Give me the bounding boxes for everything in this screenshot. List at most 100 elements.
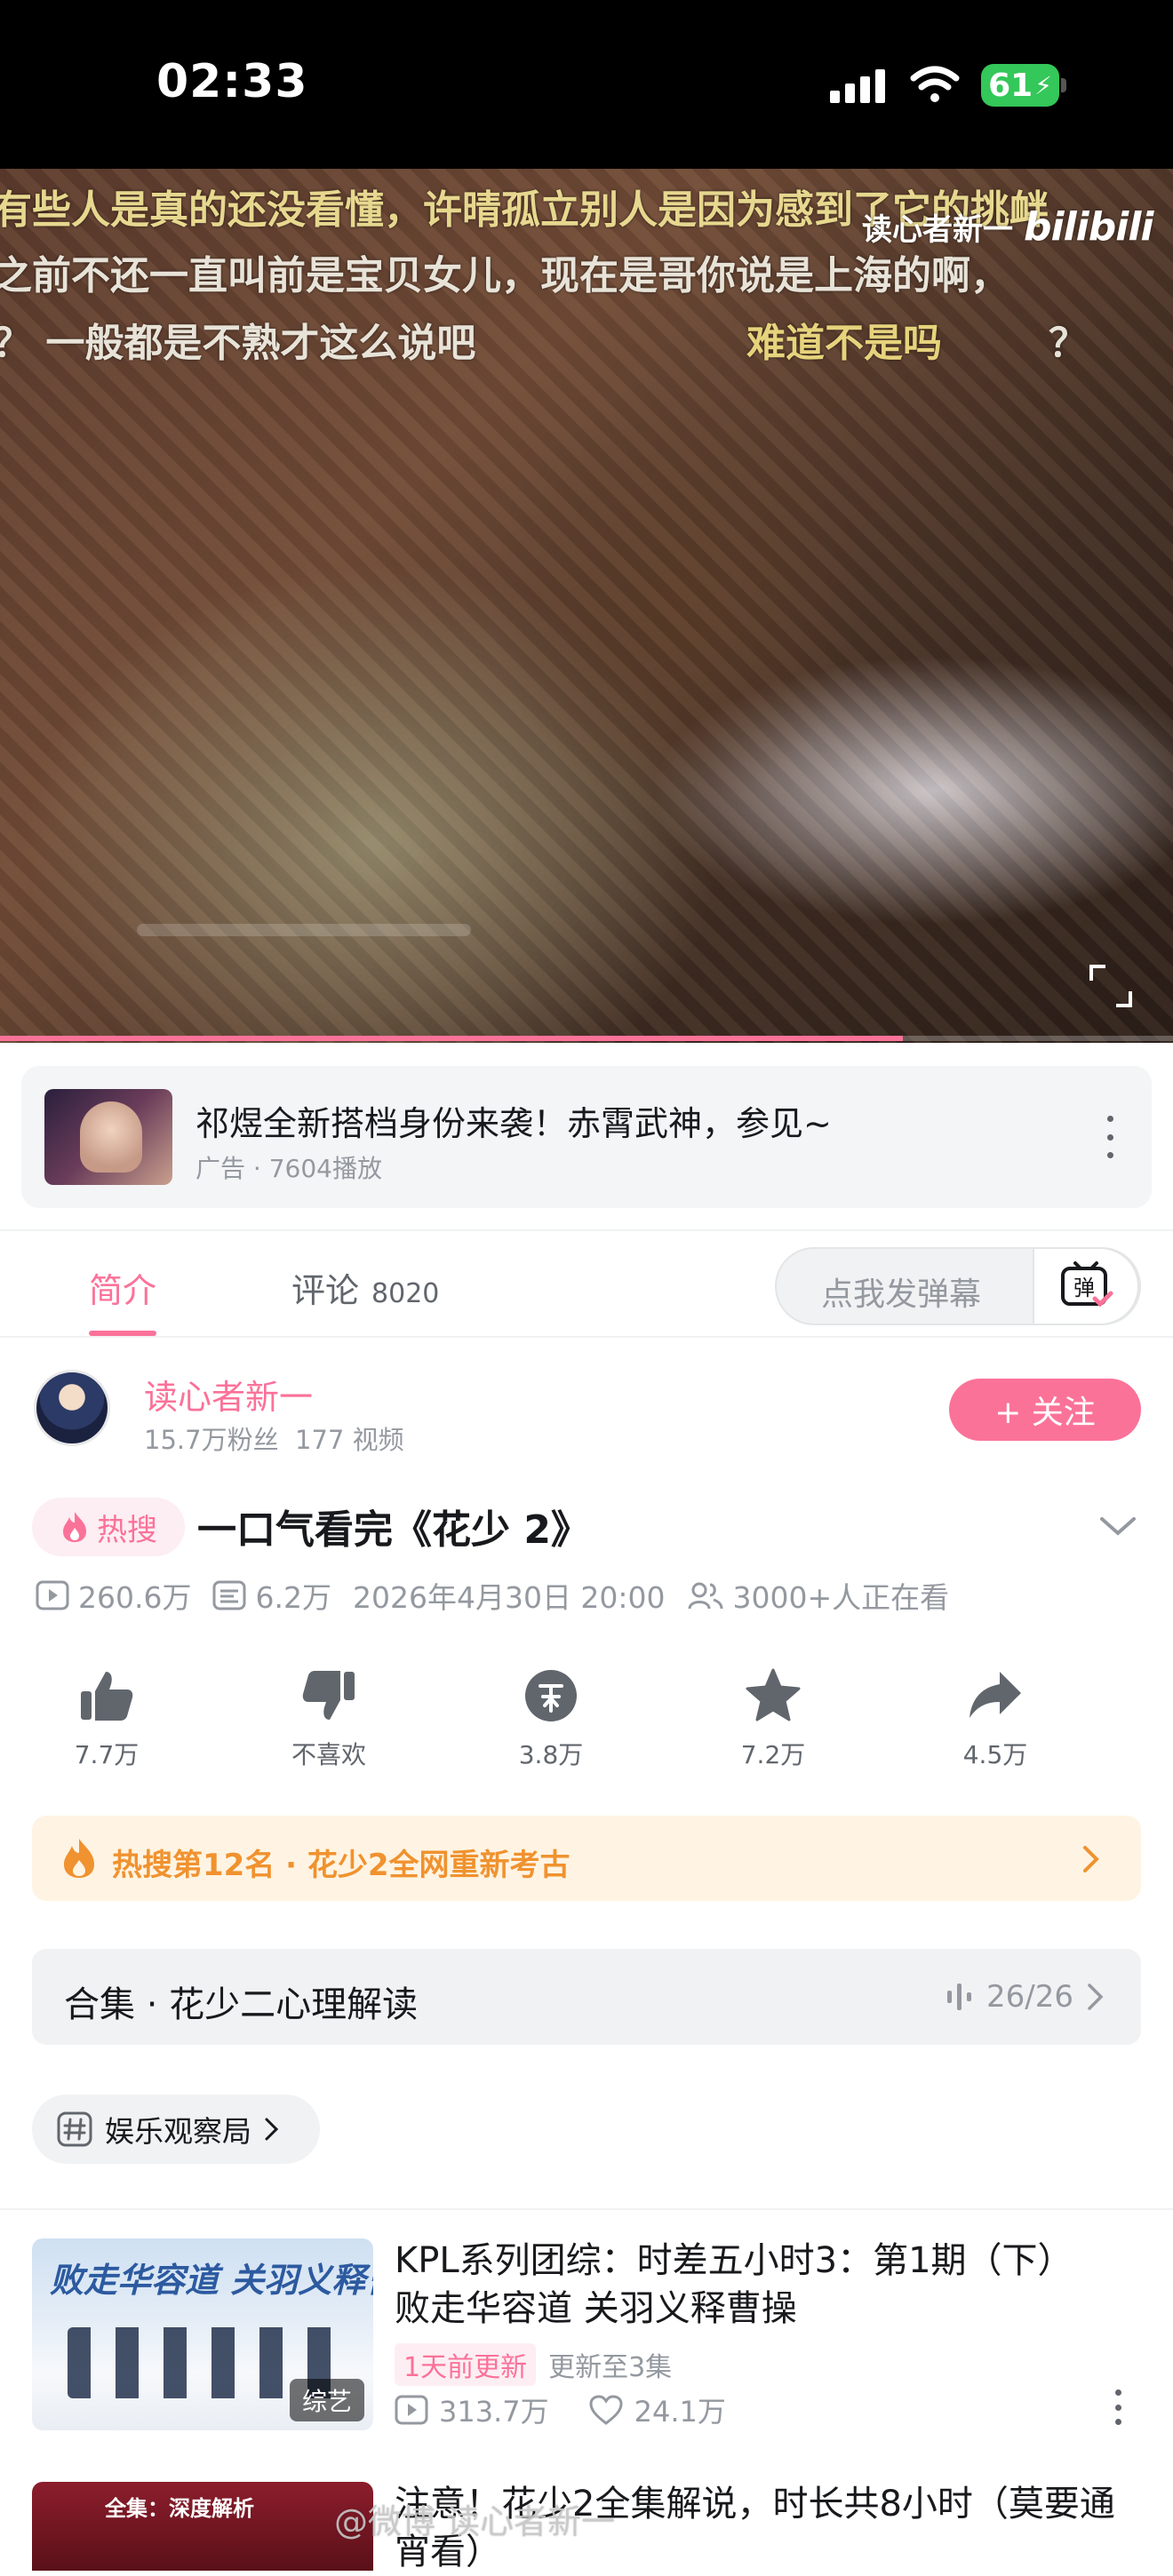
related-video-stats: 313.7万 24.1万 (395, 2389, 726, 2430)
bilibili-logo: bilibili (1024, 204, 1153, 250)
battery-tip (1061, 78, 1066, 92)
danmaku-comment: ？ (1049, 321, 1088, 366)
related-video-thumbnail[interactable]: 全集：深度解析 (32, 2482, 373, 2571)
status-bar: 02:33 61 ⚡ (0, 0, 1173, 169)
thumbnail-caption: 全集：深度解析 (105, 2496, 254, 2521)
video-player[interactable]: 有些人是真的还没看懂，许晴孤立别人是因为感到了它的挑衅 之前不还一直叫前是宝贝女… (0, 169, 1173, 1043)
video-title: 一口气看完《花少 2》 (197, 1507, 590, 1553)
collection-progress: 26/26 (946, 1979, 1105, 2015)
tab-comments-label: 评论 (291, 1271, 360, 1310)
flame-icon (64, 1839, 94, 1878)
fullscreen-icon[interactable] (1086, 961, 1136, 1011)
related-view-count: 313.7万 (439, 2395, 549, 2429)
ad-card[interactable]: 祁煜全新搭档身份来袭！赤霄武神，参见~ 广告 · 7604播放 (21, 1066, 1152, 1208)
like-button[interactable]: 7.7万 (36, 1666, 178, 1771)
chevron-right-icon (265, 2118, 279, 2141)
topic-tag-label: 娱乐观察局 (105, 2114, 251, 2149)
watermark-uploader: 读心者新一 (862, 212, 1013, 248)
chevron-right-icon (1088, 1984, 1104, 2010)
view-count: 260.6万 (78, 1580, 192, 1615)
star-icon (746, 1668, 801, 1721)
danmaku-toggle-icon: 弹 (1061, 1261, 1113, 1308)
update-badge: 1天前更新 (395, 2343, 537, 2386)
video-progress-bar[interactable] (0, 1036, 1173, 1041)
video-meta: 260.6万 6.2万 2026年4月30日 20:00 3000+人正在看 (36, 1574, 949, 1617)
cellular-signal-icon (830, 69, 885, 103)
collection-card[interactable]: 合集 · 花少二心理解读 26/26 (32, 1949, 1141, 2045)
favorite-count: 7.2万 (740, 1740, 806, 1769)
hot-search-banner[interactable]: 热搜第12名 · 花少2全网重新考古 (32, 1816, 1141, 1901)
follow-button[interactable]: + 关注 (949, 1379, 1141, 1441)
danmaku-input[interactable]: 点我发弹幕 弹 (775, 1247, 1141, 1325)
category-badge: 综艺 (289, 2379, 364, 2421)
tab-comments[interactable]: 评论 8020 (291, 1263, 439, 1312)
action-bar: 7.7万 不喜欢 3.8万 7.2万 4.5万 (36, 1666, 1137, 1782)
battery-level: 61 (988, 67, 1033, 104)
more-options-icon[interactable] (1109, 2389, 1127, 2425)
more-options-icon[interactable] (1097, 1116, 1123, 1158)
flame-icon (63, 1512, 86, 1542)
thumbs-up-icon (81, 1672, 133, 1721)
status-time: 02:33 (156, 55, 308, 108)
danmaku-comment: 之前不还一直叫前是宝贝女儿，现在是哥你说是上海的啊， (0, 253, 1009, 298)
playlist-bars-icon (947, 1984, 972, 2010)
uploader-avatar[interactable] (34, 1370, 110, 1446)
uploader-name[interactable]: 读心者新一 (144, 1370, 313, 1419)
danmaku-comment: ？ 一般都是不熟才这么说吧 (0, 321, 476, 366)
seek-preview-strip (137, 924, 471, 936)
collection-title: 合集 · 花少二心理解读 (64, 1984, 419, 2025)
danmaku-toggle-glyph: 弹 (1073, 1276, 1095, 1300)
danmaku-toggle-button[interactable]: 弹 (1033, 1247, 1139, 1325)
like-count: 7.7万 (74, 1740, 140, 1769)
charging-bolt-icon: ⚡ (1034, 70, 1052, 100)
coin-button[interactable]: 3.8万 (480, 1666, 622, 1771)
thumbs-down-icon (302, 1671, 355, 1720)
battery-indicator: 61 ⚡ (981, 64, 1059, 107)
play-count-icon (36, 1580, 69, 1610)
related-video-title[interactable]: KPL系列团综：时差五小时3：第1期（下）败走华容道 关羽义释曹操 (395, 2237, 1105, 2333)
weibo-watermark: @微博 读心者新一 (334, 2502, 616, 2541)
hot-search-badge-label: 热搜 (97, 1512, 157, 1548)
watching-count: 3000+人正在看 (732, 1580, 950, 1615)
share-count: 4.5万 (962, 1740, 1028, 1769)
hot-search-badge[interactable]: 热搜 (32, 1498, 185, 1556)
video-progress-fill (0, 1036, 904, 1041)
video-watermark: 读心者新一 bilibili (862, 204, 1153, 250)
danmaku-count: 6.2万 (255, 1580, 331, 1615)
active-tab-indicator (89, 1331, 156, 1336)
uploader-stats: 15.7万粉丝 177 视频 (144, 1419, 404, 1457)
coin-icon (525, 1670, 577, 1721)
uploader-video-count: 177 视频 (295, 1425, 404, 1455)
play-count-icon (395, 2395, 428, 2425)
related-video-update: 1天前更新 更新至3集 (395, 2343, 672, 2386)
danmaku-count-icon (212, 1580, 246, 1610)
chevron-down-icon[interactable] (1098, 1514, 1137, 1538)
related-like-count: 24.1万 (634, 2395, 726, 2429)
share-button[interactable]: 4.5万 (924, 1666, 1066, 1771)
dislike-button[interactable]: 不喜欢 (258, 1666, 400, 1771)
related-video-thumbnail[interactable]: 败走华容道 关羽义释曹操 综艺 (32, 2238, 373, 2430)
danmaku-input-placeholder: 点我发弹幕 (821, 1276, 982, 1313)
thumbnail-caption: 败走华容道 关羽义释曹操 (50, 2261, 373, 2300)
heart-icon (589, 2395, 623, 2425)
wifi-icon (910, 66, 960, 102)
content-tabs: 简介 评论 8020 点我发弹幕 弹 (0, 1229, 1173, 1338)
tab-intro[interactable]: 简介 (89, 1263, 156, 1312)
publish-date: 2026年4月30日 20:00 (352, 1580, 666, 1615)
hashtag-icon (57, 2111, 92, 2147)
ad-title[interactable]: 祁煜全新搭档身份来袭！赤霄武神，参见~ (196, 1096, 832, 1145)
dislike-label: 不喜欢 (291, 1740, 366, 1769)
collection-episode-count: 26/26 (986, 1979, 1073, 2015)
comment-count: 8020 (371, 1278, 440, 1309)
ad-subtitle: 广告 · 7604播放 (196, 1154, 382, 1183)
ad-thumbnail[interactable] (44, 1089, 172, 1185)
uploader-fans: 15.7万粉丝 (144, 1425, 279, 1455)
hot-search-banner-text: 热搜第12名 · 花少2全网重新考古 (112, 1848, 571, 1883)
share-icon (970, 1672, 1021, 1718)
topic-tag[interactable]: 娱乐观察局 (32, 2095, 320, 2164)
coin-count: 3.8万 (518, 1740, 584, 1769)
favorite-button[interactable]: 7.2万 (702, 1666, 844, 1771)
section-divider (0, 2208, 1173, 2210)
watching-people-icon (688, 1582, 723, 1610)
update-text: 更新至3集 (548, 2352, 673, 2383)
